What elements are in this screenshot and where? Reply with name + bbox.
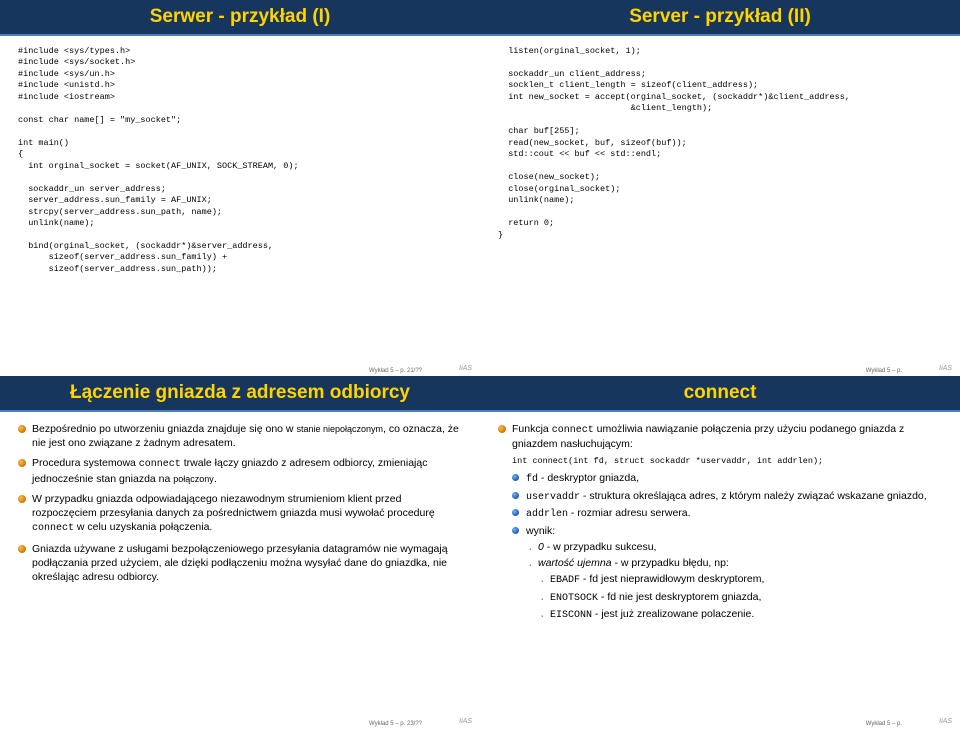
- slide-connect-intro: Łączenie gniazda z adresem odbiorcy Bezp…: [0, 376, 480, 729]
- bullet-list: Bezpośrednio po utworzeniu gniazda znajd…: [18, 422, 462, 584]
- slide-title: Serwer - przykład (I): [0, 0, 480, 36]
- text-span: W przypadku gniazda odpowiadającego niez…: [32, 493, 435, 519]
- bullet-item: Gniazda używane z usługami bezpołączenio…: [18, 542, 462, 585]
- text-span: - jest już zrealizowane polaczenie.: [592, 608, 754, 620]
- text-span: - rozmiar adresu serwera.: [568, 507, 691, 519]
- slide-footer: Wykład 5 – p. 21/??: [369, 368, 422, 374]
- bullet-item: W przypadku gniazda odpowiadającego niez…: [18, 492, 462, 536]
- sub-item: fd - deskryptor gniazda,: [512, 471, 942, 487]
- text-span: - w przypadku sukcesu,: [544, 541, 657, 553]
- sub-item: addrlen - rozmiar adresu serwera.: [512, 506, 942, 522]
- slide-title: Łączenie gniazda z adresem odbiorcy: [0, 376, 480, 412]
- text-span: w celu uzyskania połączenia.: [74, 521, 212, 533]
- text-span: - fd nie jest deskryptorem gniazda,: [598, 591, 761, 603]
- text-span: połączony: [173, 474, 214, 484]
- code-line: int connect(int fd, struct sockaddr *use…: [512, 456, 942, 467]
- code-span: EISCONN: [550, 610, 592, 621]
- code-span: fd: [526, 474, 538, 485]
- slide-content: listen(orginal_socket, 1); sockaddr_un c…: [480, 36, 960, 247]
- code-span: ENOTSOCK: [550, 593, 598, 604]
- logo: IiAS: [939, 718, 952, 725]
- slide-footer: Wykład 5 – p. 23/??: [369, 721, 422, 727]
- slide-server-example-1: Serwer - przykład (I) #include <sys/type…: [0, 0, 480, 376]
- code-span: uservaddr: [526, 492, 580, 503]
- logo: IiAS: [459, 365, 472, 372]
- code-block: listen(orginal_socket, 1); sockaddr_un c…: [498, 46, 942, 241]
- sub-list: fd - deskryptor gniazda, uservaddr - str…: [512, 471, 942, 623]
- logo: IiAS: [939, 365, 952, 372]
- code-block: #include <sys/types.h> #include <sys/soc…: [18, 46, 462, 275]
- error-item: EBADF - fd jest nieprawidłowym deskrypto…: [538, 572, 942, 588]
- logo: IiAS: [459, 718, 472, 725]
- text-span: - w przypadku błędu, np:: [612, 557, 729, 569]
- error-item: EISCONN - jest już zrealizowane polaczen…: [538, 607, 942, 623]
- code-span: connect: [32, 523, 74, 534]
- error-item: ENOTSOCK - fd nie jest deskryptorem gnia…: [538, 590, 942, 606]
- slide-server-example-2: Server - przykład (II) listen(orginal_so…: [480, 0, 960, 376]
- text-span: stanie niepołączonym: [296, 424, 383, 434]
- code-span: connect: [139, 459, 181, 470]
- slide-title: connect: [480, 376, 960, 412]
- result-list: 0 - w przypadku sukcesu, wartość ujemna …: [526, 540, 942, 623]
- bullet-item: Bezpośrednio po utworzeniu gniazda znajd…: [18, 422, 462, 450]
- result-item: wartość ujemna - w przypadku błędu, np: …: [526, 556, 942, 623]
- text-span: wynik:: [526, 525, 555, 537]
- text-span: - deskryptor gniazda,: [538, 472, 639, 484]
- text-span: - struktura określająca adres, z którym …: [580, 490, 927, 502]
- error-list: EBADF - fd jest nieprawidłowym deskrypto…: [538, 572, 942, 623]
- slide-connect: connect Funkcja connect umożliwia nawiąz…: [480, 376, 960, 729]
- code-span: addrlen: [526, 509, 568, 520]
- slide-footer: Wykład 5 – p.: [866, 368, 902, 374]
- text-span: - fd jest nieprawidłowym deskryptorem,: [580, 573, 764, 585]
- code-span: EBADF: [550, 575, 580, 586]
- slide-title: Server - przykład (II): [480, 0, 960, 36]
- slide-content: #include <sys/types.h> #include <sys/soc…: [0, 36, 480, 281]
- result-item: 0 - w przypadku sukcesu,: [526, 540, 942, 554]
- code-span: connect: [552, 425, 594, 436]
- sub-item: wynik: 0 - w przypadku sukcesu, wartość …: [512, 524, 942, 623]
- sub-item: uservaddr - struktura określająca adres,…: [512, 489, 942, 505]
- slide-content: Funkcja connect umożliwia nawiązanie poł…: [480, 412, 960, 635]
- text-span: wartość ujemna: [538, 557, 612, 569]
- text-span: .: [214, 473, 217, 485]
- text-span: Procedura systemowa: [32, 457, 139, 469]
- slide-footer: Wykład 5 – p.: [866, 721, 902, 727]
- bullet-item: Funkcja connect umożliwia nawiązanie poł…: [498, 422, 942, 623]
- text-span: Funkcja: [512, 423, 552, 435]
- bullet-list: Funkcja connect umożliwia nawiązanie poł…: [498, 422, 942, 623]
- bullet-item: Procedura systemowa connect trwale łączy…: [18, 456, 462, 486]
- slide-content: Bezpośrednio po utworzeniu gniazda znajd…: [0, 412, 480, 596]
- text-span: Bezpośrednio po utworzeniu gniazda znajd…: [32, 423, 296, 435]
